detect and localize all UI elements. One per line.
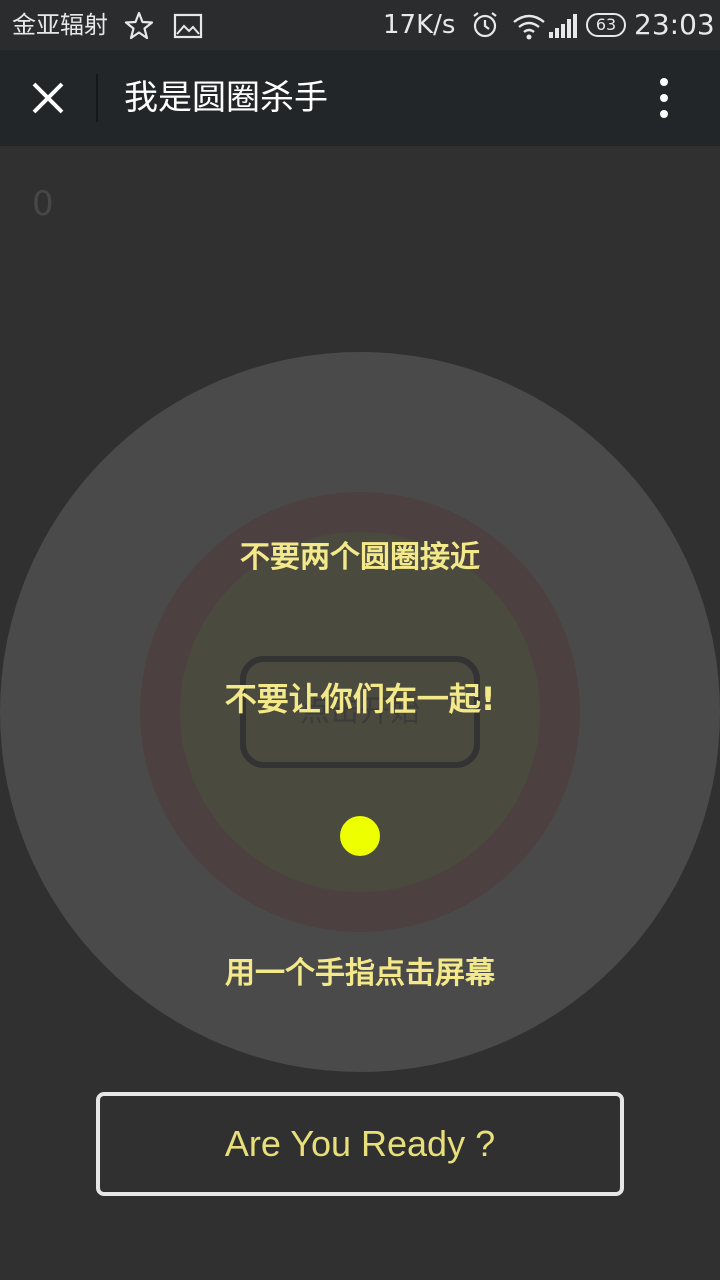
title-bar: 我是圆圈杀手	[0, 50, 720, 146]
signal-icon	[549, 14, 577, 38]
more-vertical-icon[interactable]	[644, 74, 684, 122]
close-icon[interactable]	[24, 74, 72, 122]
star-icon	[124, 11, 154, 40]
status-bar: 金亚辐射 17K/s 63 23:03	[0, 0, 720, 50]
hint-top: 不要两个圆圈接近	[240, 540, 480, 575]
hint-bottom: 用一个手指点击屏幕	[225, 956, 495, 991]
battery-indicator: 63	[586, 13, 626, 37]
clock: 23:03	[634, 8, 715, 41]
player-dot[interactable]	[340, 816, 380, 856]
title-divider	[96, 74, 98, 122]
score: 0	[32, 184, 54, 224]
image-icon	[173, 13, 203, 39]
page-title: 我是圆圈杀手	[124, 78, 328, 118]
network-speed: 17K/s	[383, 10, 456, 40]
alarm-icon	[473, 12, 497, 38]
wifi-icon	[513, 14, 545, 40]
game-area[interactable]: 0 点击开始 不要两个圆圈接近 不要让你们在一起! 用一个手指点击屏幕 Are …	[0, 146, 720, 1280]
ready-button[interactable]: Are You Ready ?	[96, 1092, 624, 1196]
carrier-name: 金亚辐射	[12, 11, 108, 39]
hint-middle: 不要让你们在一起!	[224, 680, 496, 718]
